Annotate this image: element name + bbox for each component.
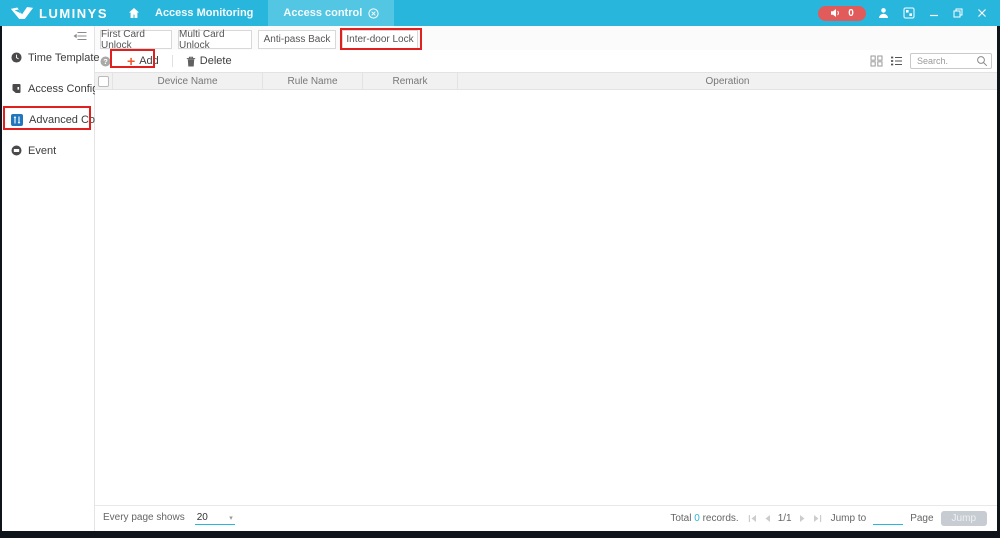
first-page-icon[interactable] [748,514,757,523]
luminys-logo-icon [10,6,34,20]
list-view-icon [890,55,903,67]
sidebar-item-label: Access Config [28,83,98,95]
minimize-icon [929,8,939,18]
topbar-actions: 0 [818,5,1000,21]
sidebar-item-event[interactable]: Event [2,135,94,166]
pagination-footer: Every page shows 20 ▾ Total 0 records. [95,505,997,531]
trash-icon [186,56,196,67]
column-operation: Operation [458,73,997,89]
top-bar: LUMINYS Access Monitoring Access control… [0,0,1000,26]
subtab-first-card-unlock[interactable]: First Card Unlock [100,30,172,49]
table-header: Device Name Rule Name Remark Operation [95,72,997,90]
subtab-inter-door-lock[interactable]: Inter-door Lock [342,30,418,49]
jump-button[interactable]: Jump [941,511,987,526]
select-all-cell [95,73,113,89]
search-icon[interactable] [976,55,988,67]
restore-icon [953,8,963,18]
page-size-value: 20 [197,512,208,523]
logo-text: LUMINYS [39,6,108,21]
column-label: Remark [392,76,427,87]
tab-label: Access control [283,7,362,19]
jump-page-input[interactable] [873,513,903,525]
grid-view-button[interactable] [870,55,883,67]
search-input[interactable] [917,56,976,66]
column-device-name: Device Name [113,73,263,89]
subtab-label: Inter-door Lock [346,34,413,45]
toolbar-divider [172,55,173,67]
event-icon [11,145,22,156]
column-rule-name: Rule Name [263,73,363,89]
column-label: Operation [706,76,750,87]
close-button[interactable] [975,6,989,20]
minimize-button[interactable] [927,6,941,20]
sidebar-item-label: Event [28,145,56,157]
total-suffix: records. [703,513,739,524]
sidebar-item-access-config[interactable]: Access Config [2,73,94,104]
close-icon [977,8,987,18]
plus-icon: + [127,54,135,68]
last-page-icon[interactable] [813,514,822,523]
subtab-anti-pass-back[interactable]: Anti-pass Back [258,30,336,49]
table-body-empty [95,90,997,505]
delete-label: Delete [200,55,232,67]
column-remark: Remark [363,73,458,89]
app-logo: LUMINYS [0,6,118,21]
total-label: Total 0 records. [670,513,738,524]
tab-label: Access Monitoring [155,7,253,19]
select-all-checkbox[interactable] [98,76,109,87]
total-count: 0 [694,513,700,524]
user-button[interactable] [876,5,891,21]
page-indicator: 1/1 [778,513,792,524]
svg-text:?: ? [103,57,108,66]
tab-close-icon[interactable] [368,8,379,19]
user-icon [878,7,889,19]
grid-view-icon [870,55,883,67]
subtab-label: First Card Unlock [101,29,171,51]
page-size-label: Every page shows [103,512,185,523]
main-panel: First Card Unlock Multi Card Unlock Anti… [95,26,997,531]
info-button[interactable]: ? [100,56,111,67]
page-size-select[interactable]: 20 ▾ [195,512,235,525]
subtab-label: Anti-pass Back [264,34,331,45]
sidebar-item-time-template[interactable]: Time Template [2,42,94,73]
toolbar: ? + Add Delete [95,52,997,70]
tab-access-monitoring[interactable]: Access Monitoring [140,0,268,26]
sidebar: Time Template Access Config Advanced Con… [2,26,95,531]
sliders-icon [11,114,23,126]
list-view-button[interactable] [890,55,903,67]
collapse-sidebar-icon[interactable] [73,31,87,40]
door-panel-icon [11,83,22,94]
clock-icon [11,52,22,63]
page-label: Page [910,513,933,524]
speaker-icon [830,8,841,18]
sidebar-item-advanced-config[interactable]: Advanced Config [2,104,94,135]
jump-to-label: Jump to [831,513,867,524]
pager: 1/1 [748,513,822,524]
home-button[interactable] [128,7,140,19]
alarm-counter-button[interactable]: 0 [818,6,866,21]
add-button[interactable]: + Add [120,52,166,70]
column-label: Rule Name [287,76,337,87]
home-icon [128,7,140,19]
total-prefix: Total [670,513,691,524]
add-label: Add [139,55,159,67]
prev-page-icon[interactable] [764,514,771,523]
subtab-bar: First Card Unlock Multi Card Unlock Anti… [95,26,997,50]
next-page-icon[interactable] [799,514,806,523]
tab-access-control[interactable]: Access control [268,0,394,26]
chevron-down-icon: ▾ [229,514,233,522]
delete-button[interactable]: Delete [179,52,239,70]
search-box [910,53,992,69]
window-content: Time Template Access Config Advanced Con… [2,26,997,531]
info-icon: ? [100,56,111,67]
sidebar-item-label: Time Template [28,52,100,64]
subtab-label: Multi Card Unlock [179,29,251,51]
restore-button[interactable] [951,6,965,20]
column-label: Device Name [157,76,217,87]
subtab-multi-card-unlock[interactable]: Multi Card Unlock [178,30,252,49]
theme-icon [903,7,915,19]
alarm-count: 0 [848,8,854,19]
theme-button[interactable] [901,5,917,21]
